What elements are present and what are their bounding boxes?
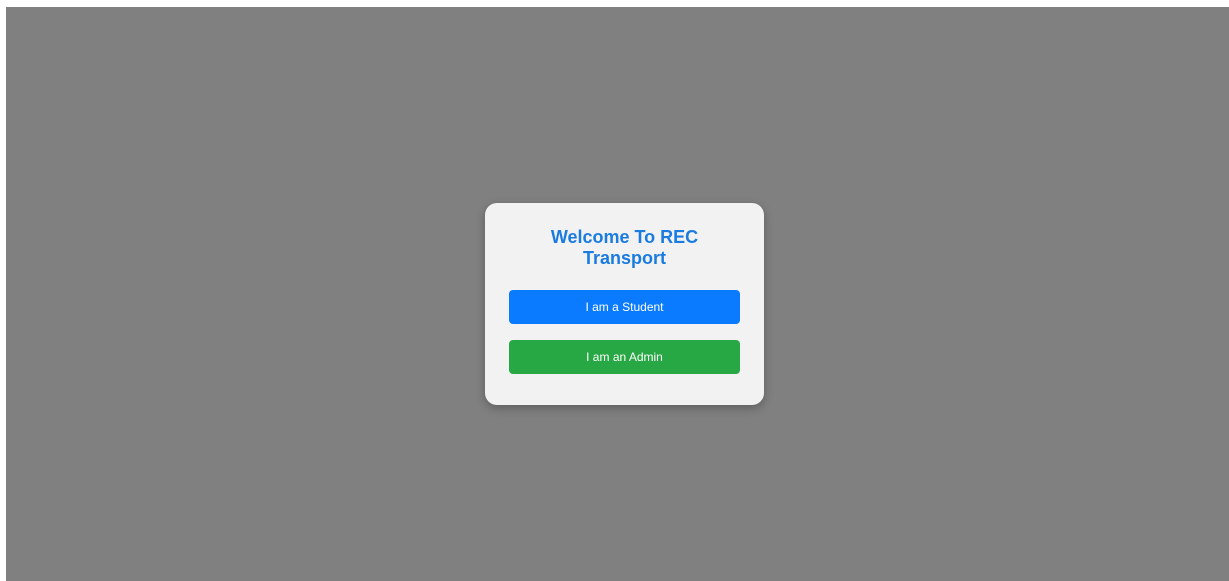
welcome-title: Welcome To REC Transport — [485, 227, 764, 269]
student-button[interactable]: I am a Student — [509, 290, 740, 324]
page-background: Welcome To REC Transport I am a Student … — [6, 7, 1229, 581]
welcome-card: Welcome To REC Transport I am a Student … — [485, 203, 764, 405]
admin-button[interactable]: I am an Admin — [509, 340, 740, 374]
welcome-title-line2: Transport — [582, 248, 666, 268]
welcome-title-line1: Welcome To REC — [550, 227, 699, 247]
